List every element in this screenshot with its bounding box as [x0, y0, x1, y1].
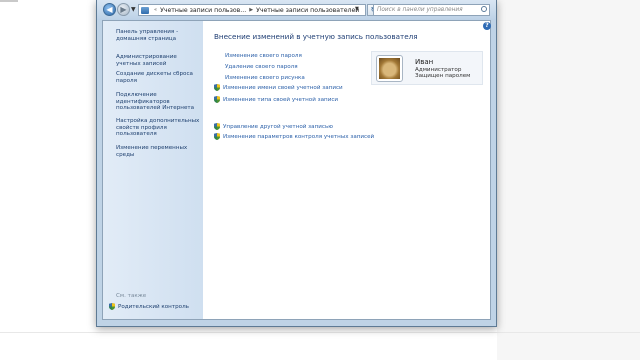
sidebar-item-advanced-profile[interactable]: Настройка дополнительных свойств профиля… [116, 118, 200, 138]
see-also-heading: См. также [116, 293, 147, 299]
change-picture-link[interactable]: Изменение своего рисунка [225, 75, 305, 81]
arrow-left-icon: ◀ [106, 4, 113, 14]
manage-another-account-link[interactable]: Управление другой учетной записью [214, 123, 333, 130]
sidebar-item-control-panel-home[interactable]: Панель управления - домашняя страница [116, 29, 200, 42]
uac-shield-icon [109, 303, 115, 310]
desktop-left [0, 0, 96, 360]
user-name: Иван [415, 58, 434, 66]
uac-settings-link[interactable]: Изменение параметров контроля учетных за… [214, 133, 374, 140]
breadcrumb-separator-icon[interactable]: « [154, 7, 157, 13]
breadcrumb-user-accounts[interactable]: Учетные записи пользователей [256, 7, 359, 14]
control-panel-window: ◀ ▶ ▼ « Учетные записи пользов... ▶ Учет… [96, 0, 497, 327]
avatar [376, 55, 403, 82]
recent-pages-dropdown[interactable]: ▼ [131, 6, 136, 13]
desktop-divider [0, 332, 640, 333]
user-picture-icon [379, 58, 400, 79]
arrow-right-icon: ▶ [120, 4, 127, 14]
uac-shield-icon [214, 133, 220, 140]
sidebar-item-password-reset-disk[interactable]: Создание дискеты сброса пароля [116, 71, 200, 84]
breadcrumb-separator-icon[interactable]: ▶ [249, 7, 253, 13]
sidebar-item-manage-accounts[interactable]: Администрирование учетных записей [116, 54, 200, 67]
page-title: Внесение изменений в учетную запись поль… [214, 32, 418, 41]
navigation-bar: ◀ ▶ ▼ « Учетные записи пользов... ▶ Учет… [97, 0, 496, 20]
parental-control-label: Родительский контроль [118, 303, 189, 310]
uac-settings-label: Изменение параметров контроля учетных за… [223, 133, 375, 140]
change-account-type-label: Изменение типа своей учетной записи [223, 96, 339, 103]
desktop-right [497, 0, 640, 360]
forward-button[interactable]: ▶ [117, 3, 130, 16]
change-account-type-link[interactable]: Изменение типа своей учетной записи [214, 96, 338, 103]
content-area: Панель управления - домашняя страница Ад… [102, 20, 491, 320]
search-icon[interactable] [481, 6, 487, 12]
desktop-line [0, 0, 18, 2]
remove-password-link[interactable]: Удаление своего пароля [225, 64, 298, 70]
sidebar-item-online-ids[interactable]: Подключение идентификаторов пользователе… [116, 92, 200, 112]
search-input[interactable]: Поиск в панели управления [373, 4, 490, 16]
uac-shield-icon [214, 123, 220, 130]
uac-shield-icon [214, 84, 220, 91]
address-bar[interactable]: « Учетные записи пользов... ▶ Учетные за… [138, 4, 366, 16]
back-button[interactable]: ◀ [103, 3, 116, 16]
task-sidebar: Панель управления - домашняя страница Ад… [103, 21, 203, 319]
uac-shield-icon [214, 96, 220, 103]
manage-another-account-label: Управление другой учетной записью [223, 123, 333, 130]
change-password-link[interactable]: Изменение своего пароля [225, 53, 302, 59]
search-placeholder: Поиск в панели управления [377, 7, 463, 13]
user-account-card: Иван Администратор Защищен паролем [371, 51, 483, 85]
sidebar-item-environment-variables[interactable]: Изменение переменных среды [116, 145, 200, 158]
main-panel: Внесение изменений в учетную запись поль… [203, 21, 490, 319]
help-icon[interactable]: ? [483, 22, 491, 30]
change-account-name-label: Изменение имени своей учетной записи [223, 84, 343, 91]
user-password-status: Защищен паролем [415, 73, 471, 79]
breadcrumb-user-accounts-parent[interactable]: Учетные записи пользов... [160, 7, 246, 14]
control-panel-icon [141, 6, 149, 14]
parental-control-link[interactable]: Родительский контроль [109, 303, 189, 310]
change-account-name-link[interactable]: Изменение имени своей учетной записи [214, 84, 343, 91]
address-dropdown[interactable]: ▼ [355, 6, 359, 12]
